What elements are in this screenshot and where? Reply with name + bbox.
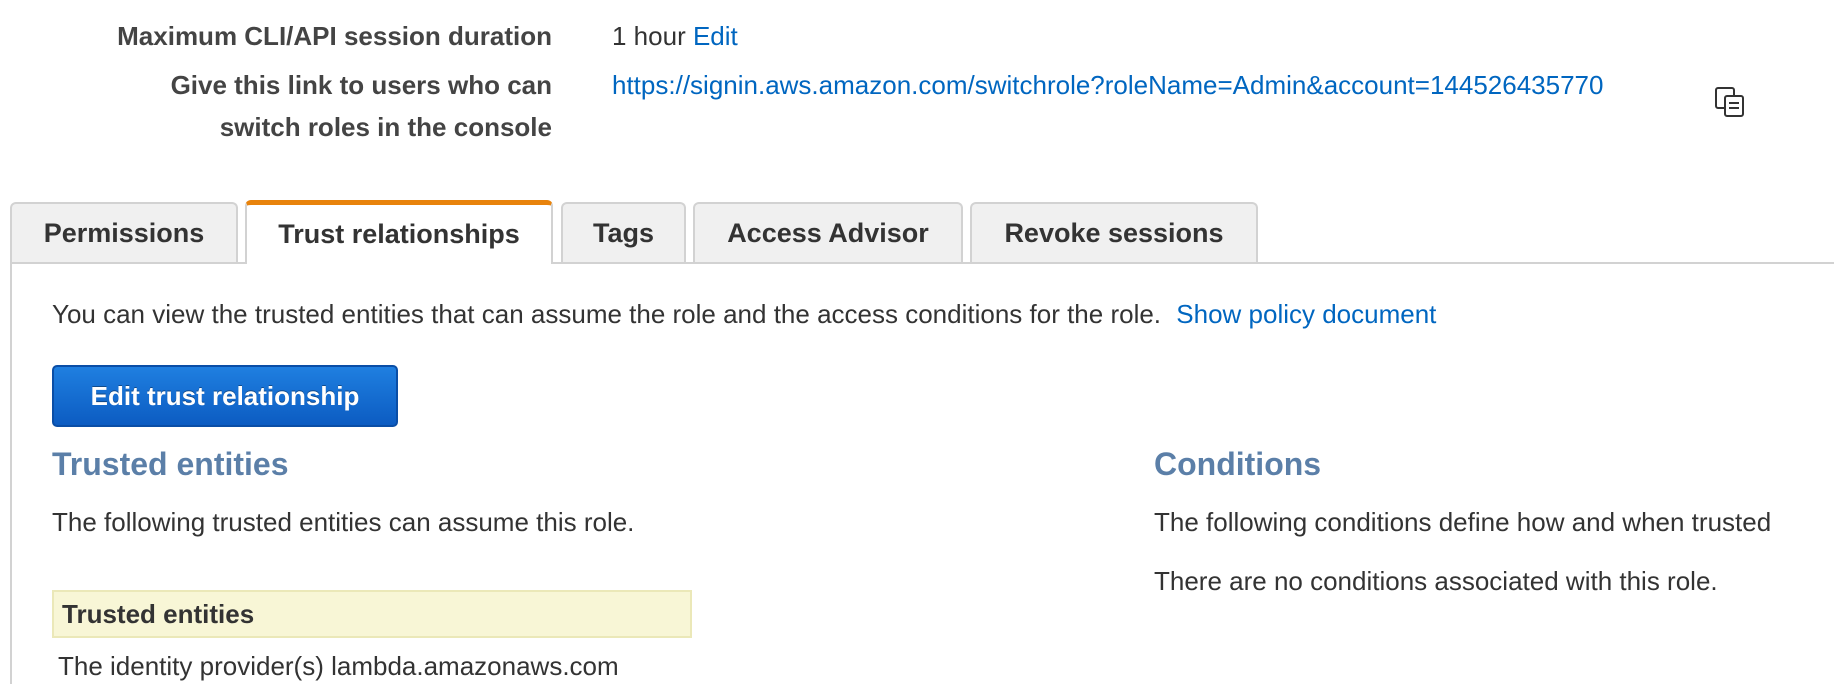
trusted-entities-table-header: Trusted entities xyxy=(52,590,692,638)
table-row: The identity provider(s) lambda.amazonaw… xyxy=(58,651,619,681)
tab-permissions[interactable]: Permissions xyxy=(10,202,238,262)
conditions-description: The following conditions define how and … xyxy=(1154,507,1772,537)
session-duration-label: Maximum CLI/API session duration xyxy=(117,21,552,51)
session-duration-value-row: 1 hour Edit xyxy=(612,15,738,57)
switch-role-link-label: Give this link to users who can switch r… xyxy=(171,64,552,148)
conditions-empty-message: There are no conditions associated with … xyxy=(1154,566,1718,596)
trusted-entities-column-header: Trusted entities xyxy=(62,598,255,629)
switch-role-url-link[interactable]: https://signin.aws.amazon.com/switchrole… xyxy=(612,70,1603,100)
edit-trust-relationship-button[interactable]: Edit trust relationship xyxy=(52,365,398,427)
role-details-page: Maximum CLI/API session duration 1 hour … xyxy=(0,0,1834,684)
tab-trust-relationships[interactable]: Trust relationships xyxy=(245,200,553,264)
trust-description-row: You can view the trusted entities that c… xyxy=(52,296,1436,332)
tab-tags[interactable]: Tags xyxy=(561,202,686,262)
session-duration-edit-link[interactable]: Edit xyxy=(693,21,738,51)
trust-description: You can view the trusted entities that c… xyxy=(52,299,1162,329)
panel-border xyxy=(10,262,12,684)
trusted-entities-description: The following trusted entities can assum… xyxy=(52,507,635,537)
session-duration-value: 1 hour xyxy=(612,21,686,51)
switch-role-url-row: https://signin.aws.amazon.com/switchrole… xyxy=(612,64,1603,106)
role-tabs: Permissions Trust relationships Tags Acc… xyxy=(0,200,1834,264)
tab-access-advisor[interactable]: Access Advisor xyxy=(693,202,963,262)
tab-revoke-sessions[interactable]: Revoke sessions xyxy=(970,202,1258,262)
show-policy-document-link[interactable]: Show policy document xyxy=(1176,299,1436,329)
copy-clipboard-icon[interactable] xyxy=(1712,84,1748,120)
switch-role-link-label-line2: switch roles in the console xyxy=(219,112,552,142)
switch-role-link-label-line1: Give this link to users who can xyxy=(170,70,552,100)
conditions-title: Conditions xyxy=(1154,446,1322,482)
trusted-entities-title: Trusted entities xyxy=(52,446,289,482)
